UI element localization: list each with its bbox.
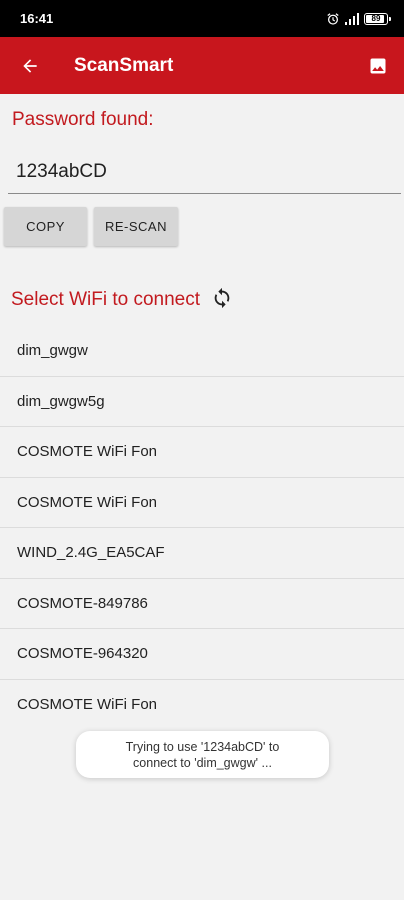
wifi-item[interactable]: COSMOTE WiFi Fon: [0, 427, 404, 478]
status-bar: 16:41 89: [0, 0, 404, 37]
app-bar: ScanSmart: [0, 37, 404, 94]
arrow-back-icon: [23, 58, 37, 73]
status-time: 16:41: [20, 11, 54, 26]
app-title: ScanSmart: [74, 54, 174, 76]
image-icon: [370, 58, 386, 73]
wifi-item[interactable]: COSMOTE WiFi Fon: [0, 680, 404, 731]
wifi-item[interactable]: COSMOTE WiFi Fon: [0, 478, 404, 528]
toast-line-2: connect to 'dim_gwgw' ...: [133, 755, 272, 770]
wifi-item[interactable]: dim_gwgw: [0, 326, 404, 377]
rescan-button[interactable]: RE-SCAN: [94, 207, 178, 246]
battery-icon: 89: [364, 12, 391, 25]
copy-button[interactable]: COPY: [4, 207, 87, 246]
refresh-icon: [214, 287, 230, 309]
password-label: Password found:: [12, 109, 154, 130]
wifi-header: Select WiFi to connect: [11, 286, 234, 311]
toast-line-1: Trying to use '1234abCD' to: [125, 739, 280, 754]
wifi-list: dim_gwgw dim_gwgw5g COSMOTE WiFi Fon COS…: [0, 326, 404, 730]
wifi-item[interactable]: dim_gwgw5g: [0, 377, 404, 427]
refresh-button[interactable]: [210, 286, 234, 310]
wifi-title: Select WiFi to connect: [11, 289, 201, 310]
battery-level: 89: [371, 14, 381, 23]
back-button[interactable]: [18, 54, 42, 78]
image-button[interactable]: [366, 54, 390, 78]
toast-message: Trying to use '1234abCD' to connect to '…: [76, 731, 329, 778]
alarm-icon: [326, 12, 340, 26]
password-field[interactable]: [8, 150, 401, 194]
wifi-item[interactable]: COSMOTE-849786: [0, 579, 404, 629]
wifi-item[interactable]: COSMOTE-964320: [0, 629, 404, 680]
status-icons: 89: [326, 12, 391, 26]
signal-icon: [345, 12, 359, 25]
wifi-item[interactable]: WIND_2.4G_EA5CAF: [0, 528, 404, 579]
